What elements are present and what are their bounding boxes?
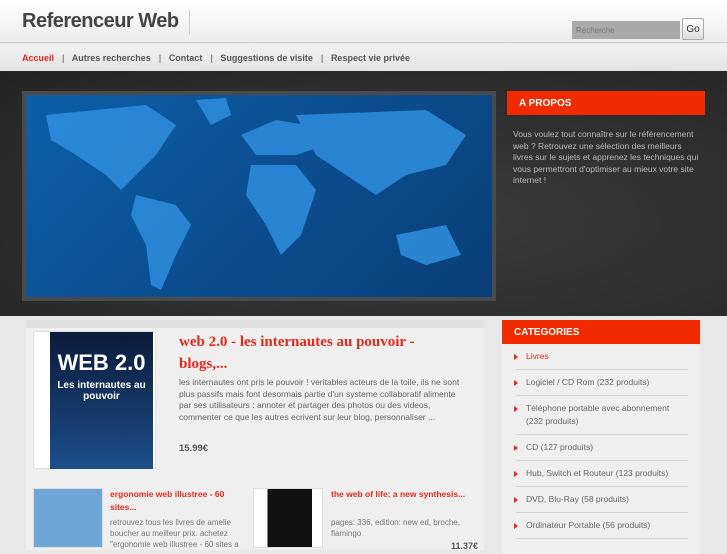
category-item[interactable]: Ordinateur Portable (56 produits) xyxy=(514,513,688,539)
category-item[interactable]: Hub, Switch et Routeur (123 produits) xyxy=(514,461,688,487)
nav-separator: | xyxy=(62,53,65,63)
featured-book-cover[interactable]: WEB 2.0 Les internautes au pouvoir xyxy=(33,331,156,469)
nav-suggestions[interactable]: Suggestions de visite xyxy=(220,53,313,63)
product-description: retrouvez tous les livres de amelie bouc… xyxy=(110,518,239,549)
nav-separator: | xyxy=(320,53,324,63)
main-nav: Accueil | Autres recherches | Contact | Sug… xyxy=(0,44,727,71)
search-go-button[interactable]: Go xyxy=(682,18,704,40)
product-cover[interactable] xyxy=(33,488,103,548)
header: Referenceur Web Go xyxy=(0,0,727,43)
nav-separator: | xyxy=(210,53,213,63)
category-item[interactable]: DVD, Blu-Ray (58 produits) xyxy=(514,487,688,513)
categories-header: CATEGORIES xyxy=(502,320,700,344)
product-title-link[interactable]: ergonomie web illustree - 60 sites... xyxy=(110,488,245,514)
product-description: pages: 336, edition: new ed, broche, fla… xyxy=(331,518,460,538)
nav-accueil[interactable]: Accueil xyxy=(22,53,54,63)
banner: A PROPOS Vous voulez tout connaître sur … xyxy=(0,71,727,316)
cover-title: WEB 2.0 xyxy=(57,350,146,375)
category-item[interactable]: Livres xyxy=(514,344,688,370)
nav-contact[interactable]: Contact xyxy=(169,53,203,63)
category-item[interactable]: Logiciel / CD Rom (232 produits) xyxy=(514,370,688,396)
apropos-text: Vous voulez tout connaître sur le référe… xyxy=(513,129,699,185)
featured-title-link[interactable]: web 2.0 - les internautes au pouvoir - b… xyxy=(179,331,459,375)
category-item[interactable]: Téléphone portable avec abonnement (232 … xyxy=(514,396,688,435)
search-input[interactable] xyxy=(572,21,680,39)
world-map-image xyxy=(22,91,496,301)
product-cover[interactable] xyxy=(253,488,323,548)
site-logo[interactable]: Referenceur Web xyxy=(22,10,190,34)
category-item[interactable]: CD (127 produits) xyxy=(514,435,688,461)
nav-respect-vie-privee[interactable]: Respect vie privée xyxy=(331,53,410,63)
apropos-header: A PROPOS xyxy=(507,91,705,115)
cover-subtitle: Les internautes au pouvoir xyxy=(57,380,146,402)
nav-autres-recherches[interactable]: Autres recherches xyxy=(72,53,151,63)
nav-separator: | xyxy=(158,53,162,63)
product-title-link[interactable]: the web of life: a new synthesis... xyxy=(331,488,466,501)
featured-price: 15.99€ xyxy=(179,443,209,454)
featured-description: les internautes ont pris le pouvoir ! ve… xyxy=(179,377,460,422)
product-price: 11.37€ xyxy=(451,541,479,551)
main-content: WEB 2.0 Les internautes au pouvoir web 2.… xyxy=(26,320,484,551)
categories-list: Livres Logiciel / CD Rom (232 produits) … xyxy=(502,344,700,554)
